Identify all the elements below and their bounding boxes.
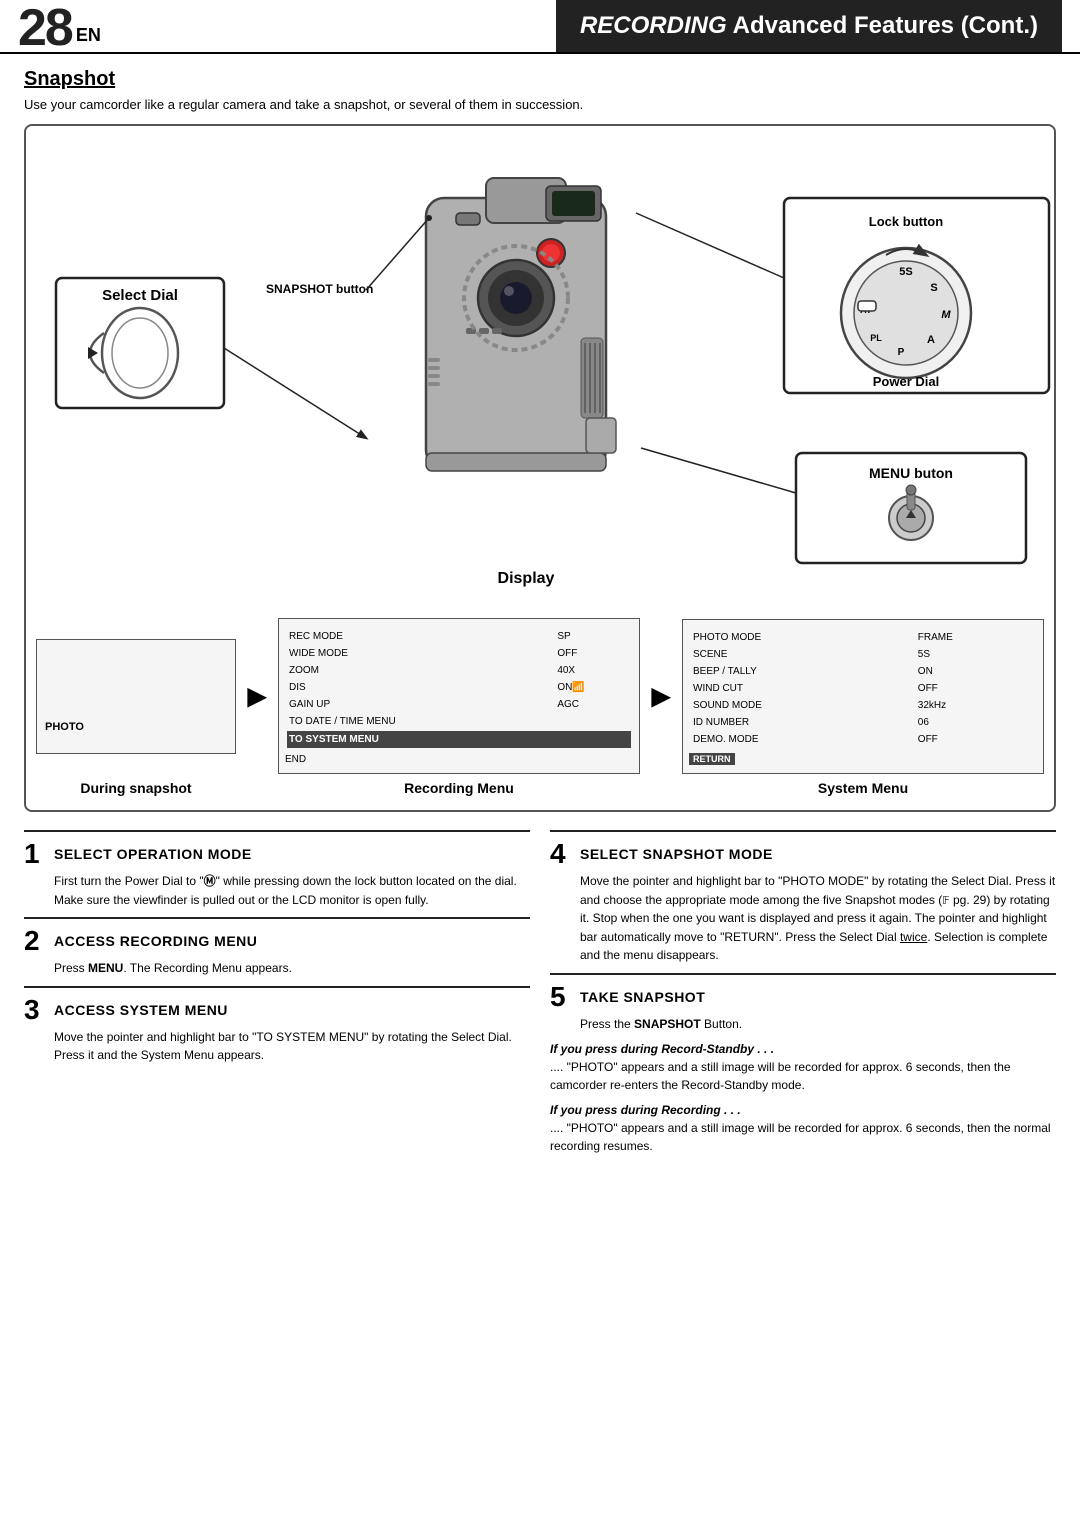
step-3-body: Move the pointer and highlight bar to "T… (24, 1028, 530, 1065)
step-1: 1 SELECT OPERATION MODE First turn the P… (24, 830, 530, 917)
diagram-box: Select Dial Lock butto (24, 124, 1056, 812)
step-1-number: 1 (24, 840, 46, 868)
title-italic: RECORDING (580, 12, 727, 40)
end-label: END (285, 754, 633, 765)
step-4-title: SELECT SNAPSHOT MODE (580, 846, 773, 862)
step-4-number: 4 (550, 840, 572, 868)
step-5: 5 TAKE SNAPSHOT Press the SNAPSHOT Butto… (550, 973, 1056, 1164)
svg-text:5S: 5S (899, 266, 912, 278)
m-icon: Ⓜ (204, 874, 216, 888)
svg-text:Display: Display (498, 570, 555, 587)
if-standby-body: .... "PHOTO" appears and a still image w… (550, 1058, 1056, 1095)
ref-icon: 𝔽 (942, 894, 949, 907)
step-4-header: 4 SELECT SNAPSHOT MODE (550, 840, 1056, 868)
svg-text:M: M (941, 309, 951, 321)
svg-text:P: P (898, 347, 905, 358)
diagram-svg: Select Dial Lock butto (36, 138, 1066, 618)
step-1-header: 1 SELECT OPERATION MODE (24, 840, 530, 868)
if-recording-body: .... "PHOTO" appears and a still image w… (550, 1119, 1056, 1156)
step-1-body: First turn the Power Dial to "Ⓜ" while p… (24, 872, 530, 909)
page-header: 28 EN RECORDING Advanced Features (Cont.… (0, 0, 1080, 54)
step-2-body: Press MENU. The Recording Menu appears. (24, 959, 530, 978)
step-5-body: Press the SNAPSHOT Button. (550, 1015, 1056, 1034)
during-snapshot-label: During snapshot (36, 780, 236, 796)
step-3-number: 3 (24, 996, 46, 1024)
if-standby-title: If you press during Record-Standby . . . (550, 1042, 1056, 1056)
svg-text:Lock button: Lock button (869, 214, 943, 229)
recording-menu-label: Recording Menu (278, 780, 640, 796)
svg-text:MENU buton: MENU buton (869, 465, 953, 481)
svg-text:Select Dial: Select Dial (102, 287, 178, 304)
recording-menu-screen: REC MODESP WIDE MODEOFF ZOOM40X DISON📶 G… (278, 618, 640, 774)
screen-labels-row: During snapshot Recording Menu System Me… (36, 780, 1044, 796)
menu-screens: PHOTO ▶ REC MODESP WIDE MODEOFF ZOOM40X … (36, 618, 1044, 774)
svg-text:A: A (927, 334, 935, 346)
step-3: 3 ACCESS SYSTEM MENU Move the pointer an… (24, 986, 530, 1073)
menu-bold: MENU (88, 961, 123, 975)
step-2: 2 ACCESS RECORDING MENU Press MENU. The … (24, 917, 530, 986)
system-menu-table: PHOTO MODEFRAME SCENE5S BEEP / TALLYON W… (689, 628, 1037, 749)
step-2-number: 2 (24, 927, 46, 955)
snapshot-bold: SNAPSHOT (634, 1017, 701, 1031)
arrow-1: ▶ (242, 682, 272, 711)
svg-text:S: S (930, 282, 937, 294)
camera-area: Select Dial Lock butto (36, 138, 1044, 618)
return-button: RETURN (689, 753, 735, 765)
page-number: 28 (18, 2, 72, 54)
steps-col-left: 1 SELECT OPERATION MODE First turn the P… (24, 830, 530, 1164)
steps-col-right: 4 SELECT SNAPSHOT MODE Move the pointer … (550, 830, 1056, 1164)
photo-label: PHOTO (45, 721, 84, 733)
step-1-title: SELECT OPERATION MODE (54, 846, 252, 862)
svg-text:SNAPSHOT button: SNAPSHOT button (266, 282, 373, 296)
step-5-header: 5 TAKE SNAPSHOT (550, 983, 1056, 1011)
if-recording-title: If you press during Recording . . . (550, 1103, 1056, 1117)
step-5-title: TAKE SNAPSHOT (580, 989, 705, 1005)
during-snapshot-screen: PHOTO (36, 639, 236, 754)
recording-menu-table: REC MODESP WIDE MODEOFF ZOOM40X DISON📶 G… (285, 627, 633, 750)
twice-underline: twice (900, 930, 927, 944)
step-3-header: 3 ACCESS SYSTEM MENU (24, 996, 530, 1024)
step-4: 4 SELECT SNAPSHOT MODE Move the pointer … (550, 830, 1056, 973)
steps-section: 1 SELECT OPERATION MODE First turn the P… (24, 830, 1056, 1164)
diagram-inner: Select Dial Lock butto (36, 138, 1044, 796)
system-menu-label: System Menu (682, 780, 1044, 796)
step-5-number: 5 (550, 983, 572, 1011)
svg-text:PL: PL (870, 333, 882, 343)
main-content: Snapshot Use your camcorder like a regul… (0, 54, 1080, 1164)
intro-text: Use your camcorder like a regular camera… (24, 97, 1056, 112)
arrow-2: ▶ (646, 682, 676, 711)
system-menu-screen: PHOTO MODEFRAME SCENE5S BEEP / TALLYON W… (682, 619, 1044, 774)
title-rest: Advanced Features (Cont.) (733, 12, 1038, 40)
en-label: EN (76, 25, 101, 46)
step-2-header: 2 ACCESS RECORDING MENU (24, 927, 530, 955)
svg-text:Power Dial: Power Dial (873, 374, 939, 389)
section-title: Snapshot (24, 68, 1056, 91)
step-3-title: ACCESS SYSTEM MENU (54, 1002, 228, 1018)
step-2-title: ACCESS RECORDING MENU (54, 933, 257, 949)
step-5-notes: If you press during Record-Standby . . .… (550, 1042, 1056, 1156)
header-title: RECORDING Advanced Features (Cont.) (556, 0, 1062, 52)
step-4-body: Move the pointer and highlight bar to "P… (550, 872, 1056, 965)
